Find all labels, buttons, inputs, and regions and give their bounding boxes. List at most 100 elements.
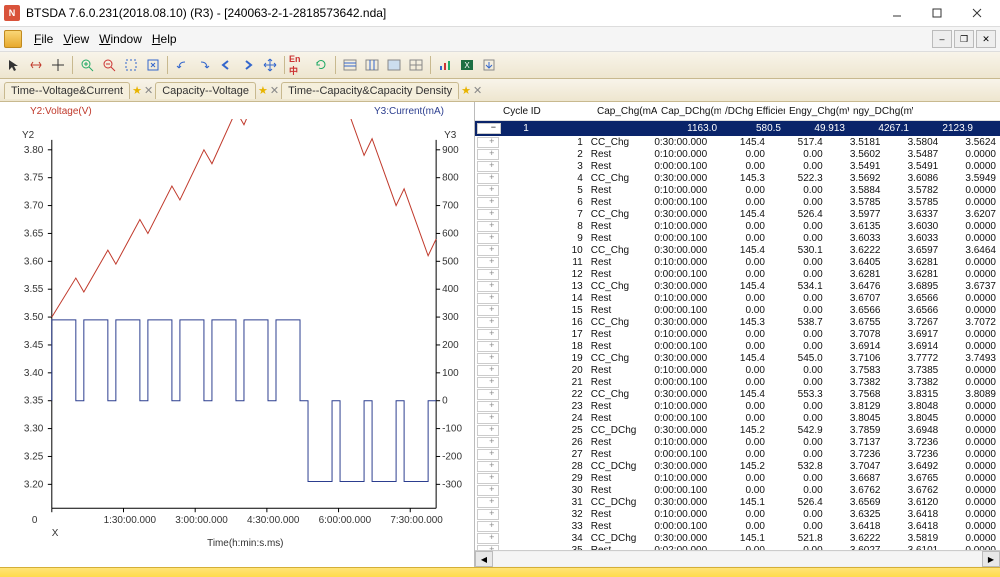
- crosshair-icon[interactable]: [48, 55, 68, 75]
- table-row[interactable]: +14Rest0:10:00.0000.000.003.67073.65660.…: [475, 292, 1000, 304]
- redo-icon[interactable]: [194, 55, 214, 75]
- table-row[interactable]: +30Rest0:00:00.1000.000.003.67623.67620.…: [475, 484, 1000, 496]
- table-row[interactable]: +18Rest0:00:00.1000.000.003.69143.69140.…: [475, 340, 1000, 352]
- table-row[interactable]: +7CC_Chg0:30:00.000145.4526.43.59773.633…: [475, 208, 1000, 220]
- table-row[interactable]: +32Rest0:10:00.0000.000.003.63253.64180.…: [475, 508, 1000, 520]
- table-row[interactable]: +33Rest0:00:00.1000.000.003.64183.64180.…: [475, 520, 1000, 532]
- close-button[interactable]: [958, 2, 996, 24]
- chart-icon[interactable]: [435, 55, 455, 75]
- svg-text:1:30:00.000: 1:30:00.000: [104, 515, 157, 526]
- excel-icon[interactable]: X: [457, 55, 477, 75]
- svg-text:3.80: 3.80: [24, 145, 44, 156]
- table3-icon[interactable]: [384, 55, 404, 75]
- table1-icon[interactable]: [340, 55, 360, 75]
- table-row[interactable]: +27Rest0:00:00.1000.000.003.72363.72360.…: [475, 448, 1000, 460]
- table-row[interactable]: +34CC_DChg0:30:00.000145.1521.83.62223.5…: [475, 532, 1000, 544]
- table-row[interactable]: +15Rest0:00:00.1000.000.003.65663.65660.…: [475, 304, 1000, 316]
- star-icon[interactable]: ★: [132, 84, 142, 97]
- y3-axis-label: Y3:Current(mA): [374, 106, 444, 117]
- close-tab-icon[interactable]: ✕: [144, 84, 153, 97]
- table-row[interactable]: +2Rest0:10:00.0000.000.003.56023.54870.0…: [475, 148, 1000, 160]
- zoom-in-icon[interactable]: [77, 55, 97, 75]
- close-tab-icon[interactable]: ✕: [473, 84, 482, 97]
- zoom-box-icon[interactable]: [121, 55, 141, 75]
- chart-area[interactable]: Y2 Y3 X Time(h:min:s.ms) 3.803.753.703.6…: [8, 119, 466, 549]
- tab-capacity-voltage[interactable]: Capacity--Voltage: [155, 82, 256, 99]
- zoom-out-icon[interactable]: [99, 55, 119, 75]
- table2-icon[interactable]: [362, 55, 382, 75]
- zoom-x-icon[interactable]: [26, 55, 46, 75]
- maximize-button[interactable]: [918, 2, 956, 24]
- mdi-minimize-button[interactable]: –: [932, 30, 952, 48]
- table-row[interactable]: +12Rest0:00:00.1000.000.003.62813.62810.…: [475, 268, 1000, 280]
- menu-view[interactable]: View: [59, 30, 93, 48]
- mdi-restore-button[interactable]: ❐: [954, 30, 974, 48]
- scroll-right-icon[interactable]: ▶: [982, 551, 1000, 567]
- fit-icon[interactable]: [143, 55, 163, 75]
- table-row[interactable]: +28CC_DChg0:30:00.000145.2532.83.70473.6…: [475, 460, 1000, 472]
- table-row[interactable]: +29Rest0:10:00.0000.000.003.66873.67650.…: [475, 472, 1000, 484]
- star-icon[interactable]: ★: [461, 84, 471, 97]
- chart-tab-bar: Time--Voltage&Current ★ ✕ Capacity--Volt…: [0, 79, 1000, 102]
- col-cycle-id[interactable]: Cycle ID: [499, 106, 545, 117]
- star-icon[interactable]: ★: [258, 84, 268, 97]
- refresh-icon[interactable]: [311, 55, 331, 75]
- table-row[interactable]: +10CC_Chg0:30:00.000145.4530.13.62223.65…: [475, 244, 1000, 256]
- menu-file[interactable]: File: [30, 30, 57, 48]
- menu-help[interactable]: Help: [148, 30, 181, 48]
- close-tab-icon[interactable]: ✕: [270, 84, 279, 97]
- table-row[interactable]: +31CC_DChg0:30:00.000145.1526.43.65693.6…: [475, 496, 1000, 508]
- cursor-tool-icon[interactable]: [4, 55, 24, 75]
- svg-text:200: 200: [442, 340, 459, 351]
- export-icon[interactable]: [479, 55, 499, 75]
- table-row[interactable]: +25CC_DChg0:30:00.000145.2542.93.78593.6…: [475, 424, 1000, 436]
- y3-axis-name: Y3: [444, 130, 457, 141]
- table-row[interactable]: +26Rest0:10:00.0000.000.003.71373.72360.…: [475, 436, 1000, 448]
- svg-text:3.20: 3.20: [24, 479, 44, 490]
- table-row[interactable]: +6Rest0:00:00.1000.000.003.57853.57850.0…: [475, 196, 1000, 208]
- col-capdchg[interactable]: Cap_DChg(mAh): [657, 106, 721, 117]
- table-row[interactable]: +19CC_Chg0:30:00.000145.4545.03.71063.77…: [475, 352, 1000, 364]
- prev-icon[interactable]: [216, 55, 236, 75]
- table-row[interactable]: +21Rest0:00:00.1000.000.003.73823.73820.…: [475, 376, 1000, 388]
- mdi-close-button[interactable]: ✕: [976, 30, 996, 48]
- table-row[interactable]: +11Rest0:10:00.0000.000.003.64053.62810.…: [475, 256, 1000, 268]
- y2-axis-label: Y2:Voltage(V): [30, 106, 92, 117]
- tab-time-voltage-current[interactable]: Time--Voltage&Current: [4, 82, 130, 99]
- svg-text:3.60: 3.60: [24, 256, 44, 267]
- undo-icon[interactable]: [172, 55, 192, 75]
- menu-window[interactable]: Window: [95, 30, 146, 48]
- table-row[interactable]: +16CC_Chg0:30:00.000145.3538.73.67553.72…: [475, 316, 1000, 328]
- table-row[interactable]: +3Rest0:00:00.1000.000.003.54913.54910.0…: [475, 160, 1000, 172]
- table-row[interactable]: +4CC_Chg0:30:00.000145.3522.33.56923.608…: [475, 172, 1000, 184]
- scroll-left-icon[interactable]: ◀: [475, 551, 493, 567]
- grid-body[interactable]: −11163.0580.549.9134267.12123.9+1CC_Chg0…: [475, 121, 1000, 550]
- table-row[interactable]: +20Rest0:10:00.0000.000.003.75833.73850.…: [475, 364, 1000, 376]
- col-engydchg[interactable]: ngy_DChg(mWh: [849, 106, 913, 117]
- col-capchg[interactable]: Cap_Chg(mAh): [593, 106, 657, 117]
- next-icon[interactable]: [238, 55, 258, 75]
- horizontal-scrollbar[interactable]: ◀ ▶: [475, 550, 1000, 567]
- cycle-row[interactable]: −11163.0580.549.9134267.12123.9: [475, 121, 1000, 136]
- tab-time-capacity[interactable]: Time--Capacity&Capacity Density: [281, 82, 459, 99]
- col-engychg[interactable]: Engy_Chg(mWh): [785, 106, 849, 117]
- table-row[interactable]: +17Rest0:10:00.0000.000.003.70783.69170.…: [475, 328, 1000, 340]
- table-row[interactable]: +23Rest0:10:00.0000.000.003.81293.80480.…: [475, 400, 1000, 412]
- table-row[interactable]: +22CC_Chg0:30:00.000145.4553.33.75683.83…: [475, 388, 1000, 400]
- svg-text:600: 600: [442, 228, 459, 239]
- menubar: File View Window Help – ❐ ✕: [0, 27, 1000, 52]
- move-icon[interactable]: [260, 55, 280, 75]
- table-row[interactable]: +1CC_Chg0:30:00.000145.4517.43.51813.580…: [475, 136, 1000, 148]
- minimize-button[interactable]: [878, 2, 916, 24]
- toolbar: En中 X: [0, 52, 1000, 79]
- table-row[interactable]: +5Rest0:10:00.0000.000.003.58843.57820.0…: [475, 184, 1000, 196]
- table-row[interactable]: +8Rest0:10:00.0000.000.003.61353.60300.0…: [475, 220, 1000, 232]
- svg-text:6:00:00.000: 6:00:00.000: [319, 515, 372, 526]
- table-row[interactable]: +13CC_Chg0:30:00.000145.4534.13.64763.68…: [475, 280, 1000, 292]
- table4-icon[interactable]: [406, 55, 426, 75]
- table-row[interactable]: +24Rest0:00:00.1000.000.003.80453.80450.…: [475, 412, 1000, 424]
- col-eff[interactable]: /DChg Efficiency: [721, 106, 785, 117]
- svg-text:800: 800: [442, 173, 459, 184]
- table-row[interactable]: +9Rest0:00:00.1000.000.003.60333.60330.0…: [475, 232, 1000, 244]
- language-icon[interactable]: En中: [289, 55, 309, 75]
